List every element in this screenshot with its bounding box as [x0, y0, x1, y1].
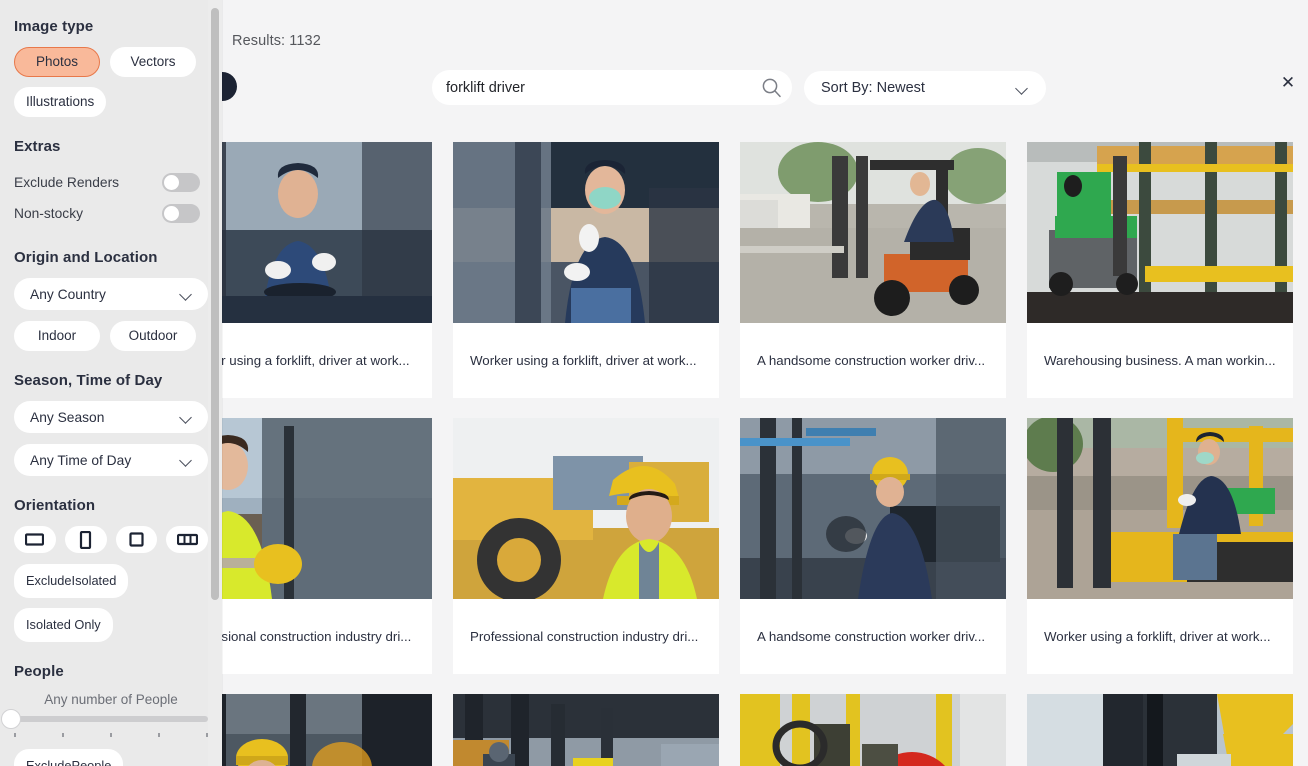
orientation-square-icon[interactable] — [116, 526, 158, 553]
toggle-row-exclude-renders[interactable]: Exclude Renders — [0, 167, 222, 197]
image-caption: Professional construction industry dri..… — [453, 599, 719, 674]
image-card[interactable]: A handsome construction worker driv... — [740, 142, 1006, 398]
image-results-grid: Worker using a forklift, driver at work.… — [166, 142, 1308, 766]
slider-tick — [62, 733, 64, 737]
people-slider-label: Any number of People — [14, 692, 208, 707]
close-panel-button[interactable]: ✕ — [1276, 70, 1300, 94]
pill-line-1: Exclude — [26, 574, 72, 588]
image-caption: Warehousing business. A man workin... — [1027, 323, 1293, 398]
image-thumbnail — [453, 694, 719, 766]
image-card[interactable] — [1027, 694, 1293, 766]
slider-tick — [158, 733, 160, 737]
location-options: Indoor Outdoor — [0, 321, 222, 351]
orientation-vertical-icon[interactable] — [65, 526, 107, 553]
image-card[interactable]: Worker using a forklift, driver at work.… — [453, 142, 719, 398]
filter-pill-exclude-people[interactable]: Exclude People — [14, 749, 123, 766]
chevron-down-icon — [180, 413, 193, 421]
pill-line-1: Exclude — [26, 759, 72, 766]
country-select-value: Any Country — [30, 287, 106, 302]
filters-panel: Image type Photos Vectors Illustrations … — [0, 0, 222, 766]
toggle-label-exclude-renders: Exclude Renders — [14, 175, 119, 190]
section-title-season-time: Season, Time of Day — [14, 372, 222, 389]
image-thumbnail — [453, 418, 719, 599]
chevron-down-icon — [1016, 84, 1029, 92]
chevron-down-icon — [180, 456, 193, 464]
section-title-extras: Extras — [14, 138, 222, 155]
image-caption: Worker using a forklift, driver at work.… — [1027, 599, 1293, 674]
section-title-orientation: Orientation — [14, 497, 222, 514]
isolation-options: Exclude Isolated Isolated Only — [0, 564, 222, 642]
search-bar[interactable] — [432, 70, 792, 105]
image-caption: A handsome construction worker driv... — [740, 323, 1006, 398]
people-slider[interactable] — [0, 716, 222, 722]
orientation-icon-options — [0, 526, 222, 553]
image-thumbnail — [1027, 694, 1293, 766]
pill-line-2: People — [72, 759, 112, 766]
image-card[interactable]: Professional construction industry dri..… — [453, 418, 719, 674]
results-count: Results: 1132 — [232, 33, 321, 49]
image-thumbnail — [1027, 418, 1293, 599]
season-select[interactable]: Any Season — [14, 401, 208, 433]
sort-dropdown[interactable]: Sort By: Newest — [804, 71, 1046, 105]
section-title-image-type: Image type — [14, 18, 222, 35]
image-card[interactable]: A handsome construction worker driv... — [740, 418, 1006, 674]
image-card[interactable]: Warehousing business. A man workin... — [1027, 142, 1293, 398]
image-caption: Worker using a forklift, driver at work.… — [453, 323, 719, 398]
slider-tick — [14, 733, 16, 737]
orientation-horizontal-icon[interactable] — [14, 526, 56, 553]
sort-label: Sort By: Newest — [821, 80, 925, 96]
toggle-switch-non-stocky[interactable] — [162, 204, 200, 223]
panel-scrollbar[interactable] — [208, 0, 222, 766]
grid-row: Worker using a forklift, driver at work.… — [166, 142, 1308, 398]
image-type-options: Photos Vectors Illustrations — [0, 47, 222, 117]
panel-scrollbar-thumb[interactable] — [211, 8, 219, 600]
people-options: Exclude People People Only No Face — [0, 749, 222, 766]
orientation-panoramic-icon[interactable] — [166, 526, 208, 553]
section-title-people: People — [14, 663, 222, 680]
image-thumbnail — [740, 142, 1006, 323]
toggle-row-non-stocky[interactable]: Non-stocky — [0, 198, 222, 228]
image-thumbnail — [453, 142, 719, 323]
slider-tick — [110, 733, 112, 737]
filter-pill-exclude-isolated[interactable]: Exclude Isolated — [14, 564, 128, 598]
search-icon[interactable] — [750, 70, 792, 105]
toggle-switch-exclude-renders[interactable] — [162, 173, 200, 192]
image-thumbnail — [1027, 142, 1293, 323]
filter-pill-isolated-only[interactable]: Isolated Only — [14, 608, 113, 642]
grid-row: Professional construction industry dri..… — [166, 418, 1308, 674]
season-select-value: Any Season — [30, 410, 104, 425]
grid-row — [166, 694, 1308, 766]
filter-pill-vectors[interactable]: Vectors — [110, 47, 196, 77]
time-of-day-select-value: Any Time of Day — [30, 453, 131, 468]
filter-pill-indoor[interactable]: Indoor — [14, 321, 100, 351]
image-thumbnail — [740, 418, 1006, 599]
people-slider-thumb[interactable] — [1, 709, 21, 729]
filter-pill-illustrations[interactable]: Illustrations — [14, 87, 106, 117]
chevron-down-icon — [180, 290, 193, 298]
filter-pill-outdoor[interactable]: Outdoor — [110, 321, 196, 351]
toggle-label-non-stocky: Non-stocky — [14, 206, 83, 221]
people-slider-ticks — [0, 728, 222, 737]
country-select[interactable]: Any Country — [14, 278, 208, 310]
image-card[interactable] — [453, 694, 719, 766]
image-caption: A handsome construction worker driv... — [740, 599, 1006, 674]
image-thumbnail — [740, 694, 1006, 766]
image-card[interactable] — [740, 694, 1006, 766]
image-search-page: Results: 1132 Filters Sort By: Newest — [0, 0, 1308, 766]
people-slider-track[interactable] — [14, 716, 208, 722]
section-title-origin-location: Origin and Location — [14, 249, 222, 266]
pill-line-2: Isolated — [72, 574, 117, 588]
search-input[interactable] — [432, 80, 750, 96]
time-of-day-select[interactable]: Any Time of Day — [14, 444, 208, 476]
image-card[interactable]: Worker using a forklift, driver at work.… — [1027, 418, 1293, 674]
filter-pill-photos[interactable]: Photos — [14, 47, 100, 77]
